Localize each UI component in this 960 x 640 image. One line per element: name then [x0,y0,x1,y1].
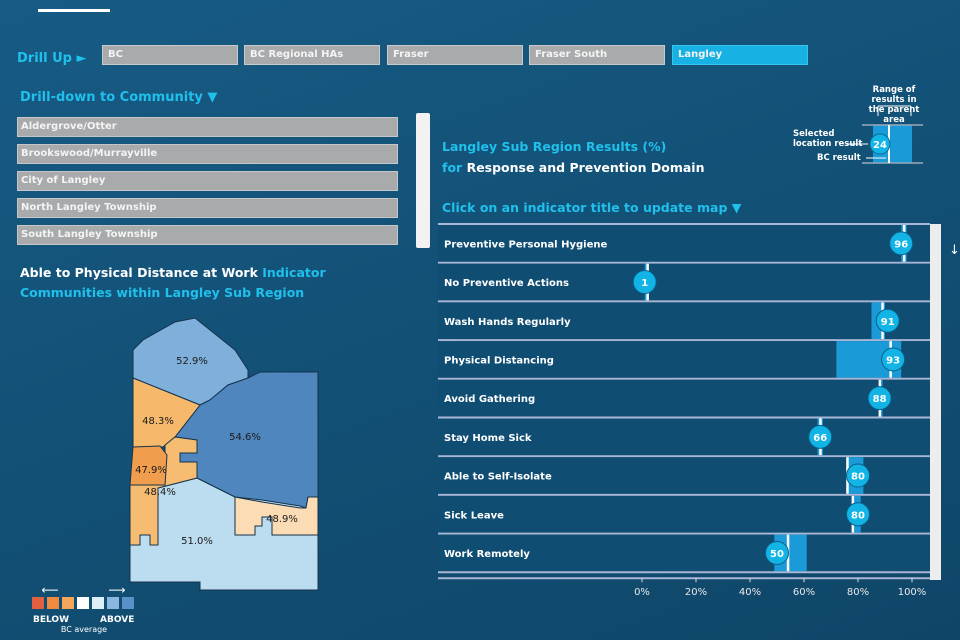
map-indicator-name: Able to Physical Distance at Work [20,265,258,280]
indicator-title[interactable]: Sick Leave [444,510,504,521]
axis-tick-label: 40% [738,587,762,598]
map-legend [32,597,134,609]
key-bc-label: BC result [817,153,861,163]
region-label: 48.4% [144,487,176,498]
results-title: Langley Sub Region Results (%) for Respo… [442,136,704,178]
indicator-instruction: Click on an indicator title to update ma… [442,200,742,215]
region-label: 54.6% [229,432,261,443]
indicator-row[interactable]: Avoid Gathering 88 [438,379,930,419]
indicator-row[interactable]: Able to Self-Isolate 80 [438,457,930,496]
community-list-scrollbar[interactable] [416,113,430,248]
key-range-line1: Range of results in [871,85,917,105]
breadcrumb-bc[interactable]: BC [102,45,238,65]
region-label: 52.9% [176,356,208,367]
key-sample-value: 24 [873,140,887,151]
indicator-chart: Preventive Personal Hygiene 96 No Preventi… [438,223,930,583]
breadcrumb-fraser-south[interactable]: Fraser South [529,45,665,65]
community-item[interactable]: North Langley Township [17,198,398,218]
key-selected-label: Selected location result [793,129,862,149]
axis-tick-label: 60% [792,587,816,598]
legend-above: ABOVE [100,615,134,625]
indicator-title[interactable]: Avoid Gathering [444,394,535,405]
location-result-value: 50 [770,549,784,560]
results-for: for [442,160,463,175]
location-result-value: 88 [873,394,887,405]
legend-swatch [77,597,89,609]
arrow-left-icon: ⟵ [41,583,58,597]
location-result-value: 80 [851,472,865,483]
indicator-title[interactable]: Able to Self-Isolate [444,472,552,483]
axis-tick-label: 20% [684,587,708,598]
breadcrumb-fraser[interactable]: Fraser [387,45,523,65]
indicator-row[interactable]: No Preventive Actions 1 [438,263,930,303]
community-item[interactable]: Brookswood/Murrayville [17,144,398,164]
map-subtitle: Communities within Langley Sub Region [20,285,305,300]
top-indicator-line [38,9,110,12]
drilldown-title: Drill-down to Community ▼ [20,90,218,105]
indicator-title[interactable]: Work Remotely [444,549,530,560]
indicator-title[interactable]: Stay Home Sick [444,433,532,444]
indicator-title[interactable]: Wash Hands Regularly [444,317,571,328]
location-result-value: 66 [813,433,827,444]
legend-swatch [92,597,104,609]
map-title: Able to Physical Distance at Work Indica… [20,263,326,303]
legend-below: BELOW [33,615,69,625]
location-result-value: 1 [641,278,648,289]
axis-tick-label: 80% [846,587,870,598]
axis-tick-label: 100% [897,587,927,598]
key-selected-line2: location result [793,139,863,149]
results-title-line1: Langley Sub Region Results (%) [442,139,667,154]
breadcrumb-bc-regional-has[interactable]: BC Regional HAs [244,45,380,65]
community-item[interactable]: Aldergrove/Otter [17,117,398,137]
legend-swatch [122,597,134,609]
community-item[interactable]: South Langley Township [17,225,398,245]
indicator-title[interactable]: Physical Distancing [444,355,554,366]
indicator-row[interactable]: Physical Distancing 93 [438,341,930,380]
breadcrumb-langley[interactable]: Langley [672,45,808,65]
legend-swatch [62,597,74,609]
legend-swatch [47,597,59,609]
region-label: 48.3% [142,416,174,427]
arrow-right-icon: ⟶ [108,583,125,597]
legend-caption: BC average [61,625,107,634]
location-result-value: 80 [851,510,865,521]
indicator-row[interactable]: Sick Leave 80 [438,495,930,535]
region-label: 51.0% [181,536,213,547]
location-result-value: 91 [881,317,895,328]
key-selected-line1: Selected [793,129,835,139]
indicator-row[interactable]: Preventive Personal Hygiene 96 [438,225,930,264]
community-map: 51.0% 52.9% 54.6% 48.3% 48.4% 47.9% 48.9… [32,317,319,634]
legend-swatch [32,597,44,609]
indicator-row[interactable]: Work Remotely 50 [438,534,930,574]
location-result-value: 93 [886,355,900,366]
legend-swatch [107,597,119,609]
results-domain: Response and Prevention Domain [466,160,705,175]
region-label: 47.9% [135,465,167,476]
indicator-scrollbar[interactable] [930,224,941,580]
map-indicator-suffix: Indicator [262,265,326,280]
indicator-title[interactable]: Preventive Personal Hygiene [444,239,607,250]
community-item[interactable]: City of Langley [17,171,398,191]
indicator-title[interactable]: No Preventive Actions [444,278,569,289]
region-label: 48.9% [266,514,298,525]
axis-tick-label: 0% [634,587,650,598]
location-result-value: 96 [894,239,908,250]
indicator-row[interactable]: Wash Hands Regularly 91 [438,302,930,342]
indicator-row[interactable]: Stay Home Sick 66 [438,418,930,458]
key-range-line2: the parent area [868,105,920,125]
drill-up-label: Drill Up ► [17,51,87,66]
sort-icon[interactable]: ↓ [949,243,960,258]
key-range-label: Range of results in the parent area [858,85,930,125]
